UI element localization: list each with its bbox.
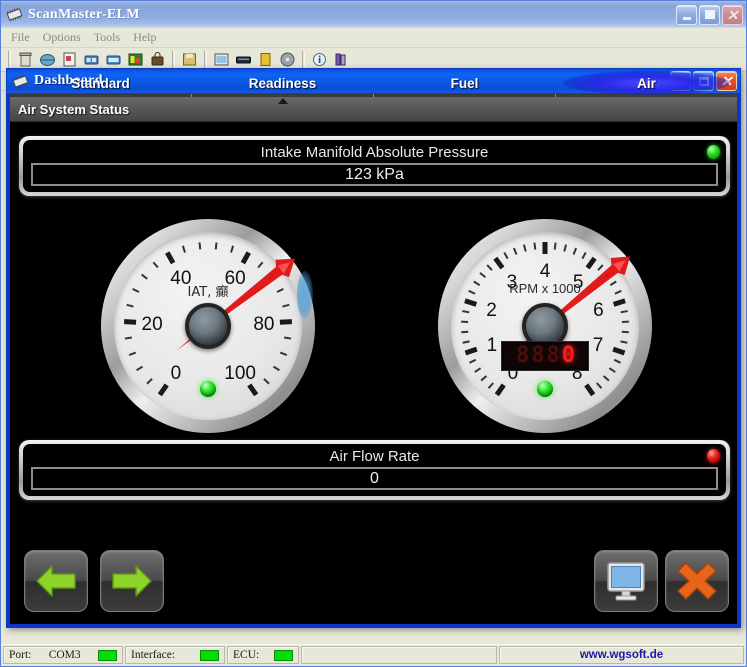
chart-icon[interactable] bbox=[125, 50, 146, 70]
toolbar-separator-3 bbox=[302, 51, 305, 68]
toolbar-grip bbox=[8, 51, 11, 68]
status-bar: Port: COM3 Interface: ECU: www.wgsoft.de bbox=[1, 644, 746, 666]
svg-text:80: 80 bbox=[253, 314, 274, 335]
airflow-status-led bbox=[707, 449, 720, 463]
app-title: ScanMaster-ELM bbox=[28, 7, 676, 23]
globe-icon[interactable] bbox=[37, 50, 58, 70]
rpm-gauge: 012345678 RPM x 1000 8880 bbox=[438, 219, 652, 433]
lcd-digit-1: 8 bbox=[531, 345, 543, 367]
status-website[interactable]: www.wgsoft.de bbox=[499, 646, 744, 664]
status-port-label: Port: bbox=[9, 649, 31, 661]
menu-item-options[interactable]: Options bbox=[39, 29, 90, 47]
toolbar-separator bbox=[172, 51, 175, 68]
readout-air-flow: Air Flow Rate 0 bbox=[19, 440, 730, 500]
iat-gauge-led bbox=[200, 381, 216, 397]
menu-item-help[interactable]: Help bbox=[129, 29, 165, 47]
arrow-left-icon bbox=[34, 561, 78, 601]
svg-text:2: 2 bbox=[486, 300, 497, 321]
status-interface: Interface: bbox=[125, 646, 225, 664]
dashboard-window: Standard Readiness Fuel Air Air System S… bbox=[6, 68, 741, 628]
rpm-lcd-display: 8880 bbox=[501, 341, 589, 371]
maximize-icon[interactable] bbox=[699, 5, 720, 25]
lcd-digit-0: 8 bbox=[516, 345, 528, 367]
app-window-controls: ✕ bbox=[676, 5, 743, 25]
info-icon[interactable] bbox=[309, 50, 330, 70]
toolbar-separator-2 bbox=[204, 51, 207, 68]
status-ecu-label: ECU: bbox=[233, 649, 259, 661]
rpm-gauge-label: RPM x 1000 bbox=[438, 281, 652, 296]
svg-text:1: 1 bbox=[487, 335, 498, 356]
disc-icon[interactable] bbox=[277, 50, 298, 70]
port-led bbox=[98, 650, 117, 661]
gauge-cluster2-icon[interactable] bbox=[103, 50, 124, 70]
dashboard-subheader: Air System Status bbox=[7, 97, 740, 122]
tab-fuel-label: Fuel bbox=[451, 76, 479, 91]
readout-intake-manifold: Intake Manifold Absolute Pressure 123 kP… bbox=[19, 136, 730, 196]
status-spacer bbox=[301, 646, 497, 664]
svg-text:4: 4 bbox=[540, 261, 551, 282]
monitor-icon bbox=[604, 560, 648, 602]
dashboard-button-bar bbox=[10, 550, 737, 618]
chip-icon bbox=[12, 74, 29, 89]
status-port-value: COM3 bbox=[49, 649, 81, 661]
svg-text:7: 7 bbox=[593, 335, 604, 356]
close-icon[interactable]: ✕ bbox=[722, 5, 743, 25]
document-icon[interactable] bbox=[59, 50, 80, 70]
close-dashboard-button[interactable] bbox=[665, 550, 729, 612]
readout-intake-value: 123 kPa bbox=[31, 163, 718, 186]
status-port: Port: COM3 bbox=[3, 646, 123, 664]
intake-status-led bbox=[707, 145, 720, 159]
iat-gauge-hub bbox=[185, 303, 231, 349]
menu-item-tools[interactable]: Tools bbox=[90, 29, 130, 47]
readout-airflow-value: 0 bbox=[31, 467, 718, 490]
gauge-cluster-icon[interactable] bbox=[81, 50, 102, 70]
note-icon[interactable] bbox=[255, 50, 276, 70]
app-titlebar: ScanMaster-ELM ✕ bbox=[1, 1, 746, 28]
trash-icon[interactable] bbox=[15, 50, 36, 70]
image-icon[interactable] bbox=[211, 50, 232, 70]
readout-airflow-title: Air Flow Rate bbox=[329, 447, 419, 467]
save-icon[interactable] bbox=[179, 50, 200, 70]
next-button[interactable] bbox=[100, 550, 164, 612]
ecu-led bbox=[274, 650, 293, 661]
svg-text:100: 100 bbox=[224, 363, 256, 384]
minimize-icon[interactable] bbox=[676, 5, 697, 25]
chip-icon bbox=[6, 7, 23, 22]
iat-gauge: 020406080100 IAT, 癲 bbox=[101, 219, 315, 433]
menu-bar: File Options Tools Help bbox=[1, 28, 746, 48]
rpm-gauge-led bbox=[537, 381, 553, 397]
tab-readiness-label: Readiness bbox=[249, 76, 317, 91]
lcd-digit-2: 8 bbox=[547, 345, 559, 367]
svg-text:6: 6 bbox=[593, 300, 604, 321]
lcd-digit-3: 0 bbox=[562, 345, 574, 367]
iat-gauge-label: IAT, 癲 bbox=[101, 281, 315, 300]
keyboard-icon[interactable] bbox=[233, 50, 254, 70]
tab-marker-triangle-icon bbox=[278, 98, 288, 104]
svg-text:0: 0 bbox=[171, 363, 182, 384]
tab-standard-label: Standard bbox=[71, 76, 130, 91]
svg-text:20: 20 bbox=[142, 314, 163, 335]
dashboard-canvas: Intake Manifold Absolute Pressure 123 kP… bbox=[7, 122, 740, 627]
status-ecu: ECU: bbox=[227, 646, 299, 664]
arrow-right-icon bbox=[110, 561, 154, 601]
menu-item-file[interactable]: File bbox=[7, 29, 39, 47]
status-interface-label: Interface: bbox=[131, 649, 175, 661]
display-button[interactable] bbox=[594, 550, 658, 612]
bag-icon[interactable] bbox=[147, 50, 168, 70]
readout-intake-title: Intake Manifold Absolute Pressure bbox=[261, 143, 489, 163]
x-cross-icon bbox=[675, 560, 719, 602]
previous-button[interactable] bbox=[24, 550, 88, 612]
tab-air-label: Air bbox=[637, 76, 656, 91]
books-icon[interactable] bbox=[331, 50, 352, 70]
interface-led bbox=[200, 650, 219, 661]
